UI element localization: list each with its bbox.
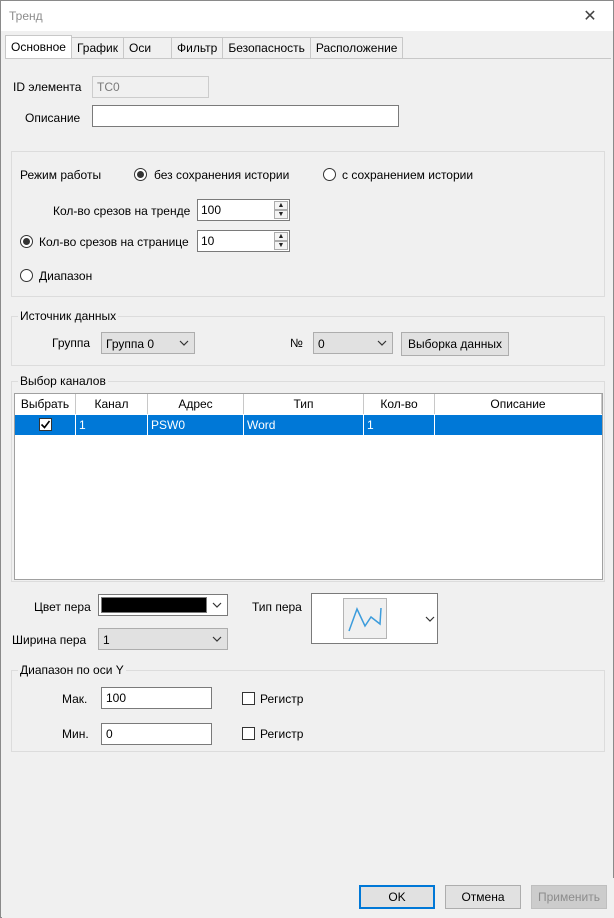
spin-down-icon[interactable]: ▼ bbox=[274, 241, 288, 250]
table-row[interactable]: 1 PSW0 Word 1 bbox=[15, 415, 602, 435]
slices-on-page-value: 10 bbox=[201, 234, 215, 248]
number-select-value: 0 bbox=[318, 337, 325, 351]
chevron-down-icon bbox=[179, 340, 189, 346]
pen-color-select[interactable] bbox=[98, 594, 228, 616]
group-select-value: Группа 0 bbox=[106, 337, 155, 351]
pen-color-label: Цвет пера bbox=[34, 600, 91, 614]
channels-group: Выбор каналов Выбрать Канал Адрес Тип Ко… bbox=[11, 374, 605, 582]
data-source-title: Источник данных bbox=[18, 309, 119, 323]
min-register-label: Регистр bbox=[260, 727, 304, 741]
select-cell[interactable] bbox=[15, 415, 76, 435]
tab-basic[interactable]: Основное bbox=[5, 35, 72, 58]
max-label: Мак. bbox=[62, 692, 88, 706]
group-select[interactable]: Группа 0 bbox=[101, 332, 195, 354]
column-header[interactable]: Выбрать bbox=[15, 394, 76, 414]
y-range-title: Диапазон по оси Y bbox=[18, 663, 126, 677]
min-label: Мин. bbox=[62, 727, 89, 741]
y-range-group: Диапазон по оси Y Мак. 100 Регистр Мин. … bbox=[11, 663, 605, 752]
tab-axes[interactable]: Оси bbox=[123, 37, 173, 58]
column-header[interactable]: Кол-во bbox=[364, 394, 435, 414]
channels-title: Выбор каналов bbox=[18, 374, 108, 388]
pen-width-label: Ширина пера bbox=[12, 633, 87, 647]
spin-down-icon[interactable]: ▼ bbox=[274, 210, 288, 219]
column-header[interactable]: Адрес bbox=[148, 394, 244, 414]
tab-strip: Основное График Оси Фильтр Безопасность … bbox=[5, 35, 404, 58]
slices-on-trend-value: 100 bbox=[201, 203, 222, 217]
close-icon: ✕ bbox=[583, 8, 597, 25]
no-history-label: без сохранения истории bbox=[154, 168, 290, 182]
channel-cell: 1 bbox=[76, 415, 148, 435]
slices-on-trend-label: Кол-во срезов на тренде bbox=[53, 204, 191, 218]
checkmark-icon bbox=[40, 420, 51, 429]
range-label: Диапазон bbox=[39, 269, 93, 283]
id-field: TC0 bbox=[92, 76, 209, 98]
count-cell: 1 bbox=[364, 415, 435, 435]
select-data-button[interactable]: Выборка данных bbox=[401, 332, 509, 356]
title-bar[interactable]: Тренд ✕ bbox=[1, 1, 613, 31]
spin-up-icon[interactable]: ▲ bbox=[274, 232, 288, 241]
radio-with-history[interactable] bbox=[323, 168, 336, 181]
button-bar: OK Отмена Применить bbox=[2, 878, 614, 918]
ok-button[interactable]: OK bbox=[359, 885, 435, 909]
mode-label: Режим работы bbox=[20, 168, 102, 182]
close-button[interactable]: ✕ bbox=[567, 1, 613, 31]
description-field[interactable] bbox=[92, 105, 399, 127]
chevron-down-icon bbox=[212, 602, 222, 608]
pen-color-swatch bbox=[101, 597, 207, 613]
spin-up-icon[interactable]: ▲ bbox=[274, 201, 288, 210]
slices-on-trend-stepper[interactable]: 100 ▲ ▼ bbox=[197, 199, 290, 221]
type-cell: Word bbox=[244, 415, 364, 435]
tab-security[interactable]: Безопасность bbox=[223, 37, 311, 58]
max-register-label: Регистр bbox=[260, 692, 304, 706]
max-field[interactable]: 100 bbox=[101, 687, 212, 709]
pen-width-value: 1 bbox=[103, 633, 110, 647]
column-header[interactable]: Канал bbox=[76, 394, 148, 414]
column-header[interactable]: Описание bbox=[435, 394, 602, 414]
slices-on-page-label: Кол-во срезов на странице bbox=[39, 235, 189, 249]
data-source-group: Источник данных Группа Группа 0 № 0 Выбо… bbox=[11, 309, 605, 366]
tab-layout[interactable]: Расположение bbox=[310, 37, 404, 58]
radio-range[interactable] bbox=[20, 269, 33, 282]
description-label: Описание bbox=[25, 111, 81, 125]
slices-on-page-stepper[interactable]: 10 ▲ ▼ bbox=[197, 230, 290, 252]
id-label: ID элемента bbox=[13, 80, 82, 94]
mode-group: Режим работы без сохранения истории с со… bbox=[11, 151, 605, 297]
description-cell bbox=[435, 415, 602, 435]
chevron-down-icon bbox=[212, 636, 222, 642]
pen-width-select[interactable]: 1 bbox=[98, 628, 228, 650]
number-label: № bbox=[290, 336, 303, 350]
address-cell: PSW0 bbox=[148, 415, 244, 435]
window-title: Тренд bbox=[9, 9, 43, 23]
dialog-window: Тренд ✕ Основное График Оси Фильтр Безоп… bbox=[0, 0, 614, 918]
radio-no-history[interactable] bbox=[134, 168, 147, 181]
pen-type-label: Тип пера bbox=[252, 600, 302, 614]
column-header[interactable]: Тип bbox=[244, 394, 364, 414]
cancel-button[interactable]: Отмена bbox=[445, 885, 521, 909]
channels-table[interactable]: Выбрать Канал Адрес Тип Кол-во Описание … bbox=[14, 393, 603, 580]
table-header: Выбрать Канал Адрес Тип Кол-во Описание bbox=[15, 394, 602, 414]
pen-type-select[interactable] bbox=[311, 593, 438, 644]
line-chart-icon bbox=[343, 598, 387, 639]
max-register-checkbox[interactable] bbox=[242, 692, 255, 705]
min-register-checkbox[interactable] bbox=[242, 727, 255, 740]
apply-button[interactable]: Применить bbox=[531, 885, 607, 909]
chevron-down-icon bbox=[425, 616, 435, 622]
chevron-down-icon bbox=[377, 340, 387, 346]
tab-chart[interactable]: График bbox=[71, 37, 124, 58]
tab-filter[interactable]: Фильтр bbox=[172, 37, 224, 58]
radio-slices-on-page[interactable] bbox=[20, 235, 33, 248]
min-field[interactable]: 0 bbox=[101, 723, 212, 745]
tab-panel-basic: ID элемента TC0 Описание Режим работы бе… bbox=[5, 58, 611, 878]
group-label: Группа bbox=[52, 336, 91, 350]
row-select-checkbox[interactable] bbox=[39, 418, 52, 431]
number-select[interactable]: 0 bbox=[313, 332, 393, 354]
with-history-label: с сохранением истории bbox=[342, 168, 474, 182]
